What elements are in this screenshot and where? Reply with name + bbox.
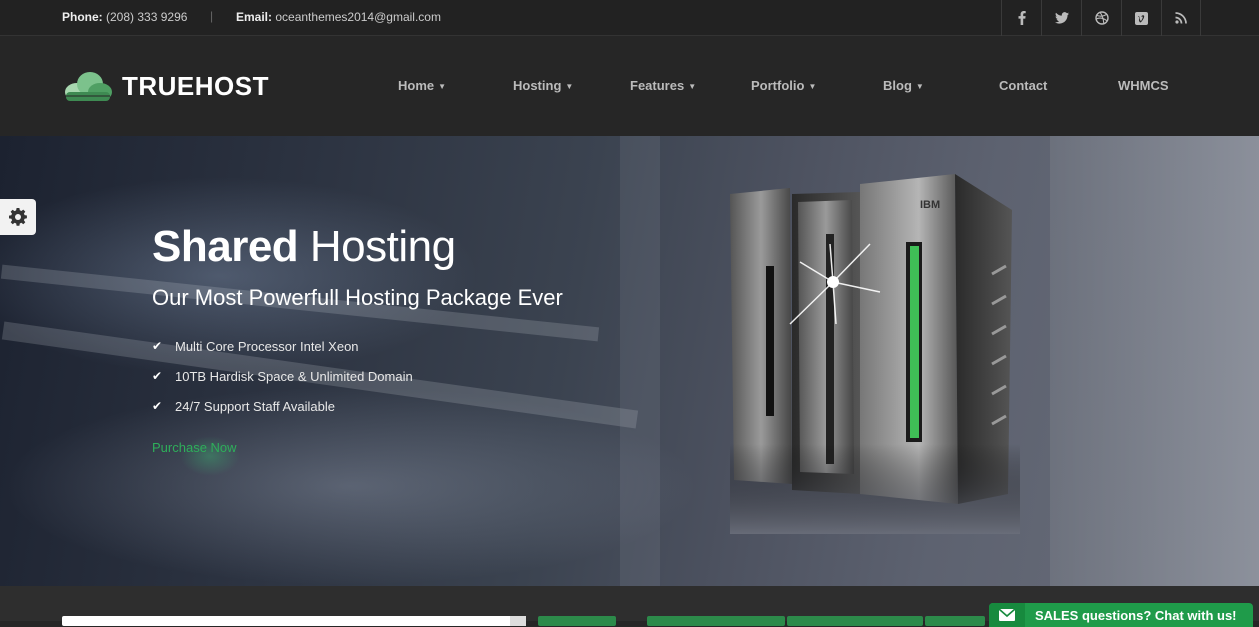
- feature-text: Multi Core Processor Intel Xeon: [175, 339, 359, 354]
- sales-chat-widget[interactable]: SALES questions? Chat with us!: [989, 603, 1253, 627]
- nav-whmcs-label: WHMCS: [1118, 78, 1169, 93]
- check-icon: ✔: [152, 339, 163, 353]
- chevron-down-icon: ▼: [565, 82, 574, 91]
- facebook-icon[interactable]: [1001, 0, 1041, 36]
- vimeo-icon[interactable]: [1121, 0, 1161, 36]
- tld-select[interactable]: [510, 616, 526, 626]
- hero-bg-blur: [1050, 136, 1259, 586]
- nav-features-label: Features: [630, 78, 685, 93]
- nav-whmcs[interactable]: WHMCS: [1118, 78, 1169, 93]
- chevron-down-icon: ▼: [808, 82, 817, 91]
- chevron-down-icon: ▼: [688, 82, 697, 91]
- chevron-down-icon: ▼: [438, 82, 447, 91]
- purchase-now-link[interactable]: Purchase Now: [152, 440, 237, 455]
- nav-portfolio-label: Portfolio: [751, 78, 805, 93]
- check-icon: ✔: [152, 369, 163, 383]
- phone-label: Phone:: [62, 10, 103, 24]
- phone-value: (208) 333 9296: [106, 10, 188, 24]
- hero-title-rest: Hosting: [298, 222, 456, 271]
- contact-separator: |: [210, 9, 214, 23]
- twitter-icon[interactable]: [1041, 0, 1081, 36]
- settings-gear-button[interactable]: [0, 199, 36, 235]
- check-icon: ✔: [152, 399, 163, 413]
- nav-blog[interactable]: Blog ▼: [883, 78, 924, 93]
- nav-hosting-label: Hosting: [513, 78, 562, 93]
- email-value[interactable]: oceanthemes2014@gmail.com: [275, 10, 441, 24]
- nav-contact-label: Contact: [999, 78, 1048, 93]
- cloud-logo-icon: [65, 72, 112, 101]
- feature-item: ✔ 10TB Hardisk Space & Unlimited Domain: [152, 369, 413, 399]
- top-bar: Phone: (208) 333 9296 | Email: oceanthem…: [0, 0, 1259, 36]
- search-domain-button[interactable]: [538, 616, 616, 626]
- feature-text: 24/7 Support Staff Available: [175, 399, 335, 414]
- feature-text: 10TB Hardisk Space & Unlimited Domain: [175, 369, 413, 384]
- dribbble-icon[interactable]: [1081, 0, 1121, 36]
- site-logo[interactable]: TRUEHOST: [62, 70, 269, 102]
- chat-label: SALES questions? Chat with us!: [1035, 607, 1237, 623]
- hero-title-bold: Shared: [152, 222, 299, 271]
- domain-action-button[interactable]: [925, 616, 985, 626]
- gear-icon: [9, 208, 27, 226]
- email-contact: Email: oceanthemes2014@gmail.com: [236, 10, 441, 24]
- rss-icon[interactable]: [1161, 0, 1201, 36]
- feature-item: ✔ Multi Core Processor Intel Xeon: [152, 339, 413, 369]
- logo-text: TRUEHOST: [122, 70, 269, 101]
- email-label: Email:: [236, 10, 273, 24]
- main-header: TRUEHOST Home ▼ Hosting ▼ Features ▼ Portfo…: [0, 36, 1259, 136]
- hero-bg-stripe: [620, 136, 660, 586]
- chevron-down-icon: ▼: [915, 82, 924, 91]
- server-illustration: IBM: [730, 174, 1020, 534]
- phone-contact: Phone: (208) 333 9296: [62, 10, 187, 24]
- nav-portfolio[interactable]: Portfolio ▼: [751, 78, 816, 93]
- social-links: [1001, 0, 1201, 36]
- feature-list: ✔ Multi Core Processor Intel Xeon ✔ 10TB H…: [152, 339, 413, 429]
- hero-subtitle: Our Most Powerfull Hosting Package Ever: [152, 285, 563, 310]
- hero-title: Shared Hosting: [152, 222, 456, 272]
- envelope-icon: [989, 603, 1025, 627]
- hero-banner: Shared Hosting Our Most Powerfull Hostin…: [0, 136, 1259, 586]
- nav-home-label: Home: [398, 78, 435, 93]
- domain-action-button[interactable]: [647, 616, 785, 626]
- domain-search-input[interactable]: [62, 616, 526, 626]
- nav-features[interactable]: Features ▼: [630, 78, 696, 93]
- domain-action-button[interactable]: [787, 616, 923, 626]
- nav-blog-label: Blog: [883, 78, 912, 93]
- nav-hosting[interactable]: Hosting ▼: [513, 78, 573, 93]
- nav-home[interactable]: Home ▼: [398, 78, 446, 93]
- nav-contact[interactable]: Contact: [999, 78, 1047, 93]
- feature-item: ✔ 24/7 Support Staff Available: [152, 399, 413, 429]
